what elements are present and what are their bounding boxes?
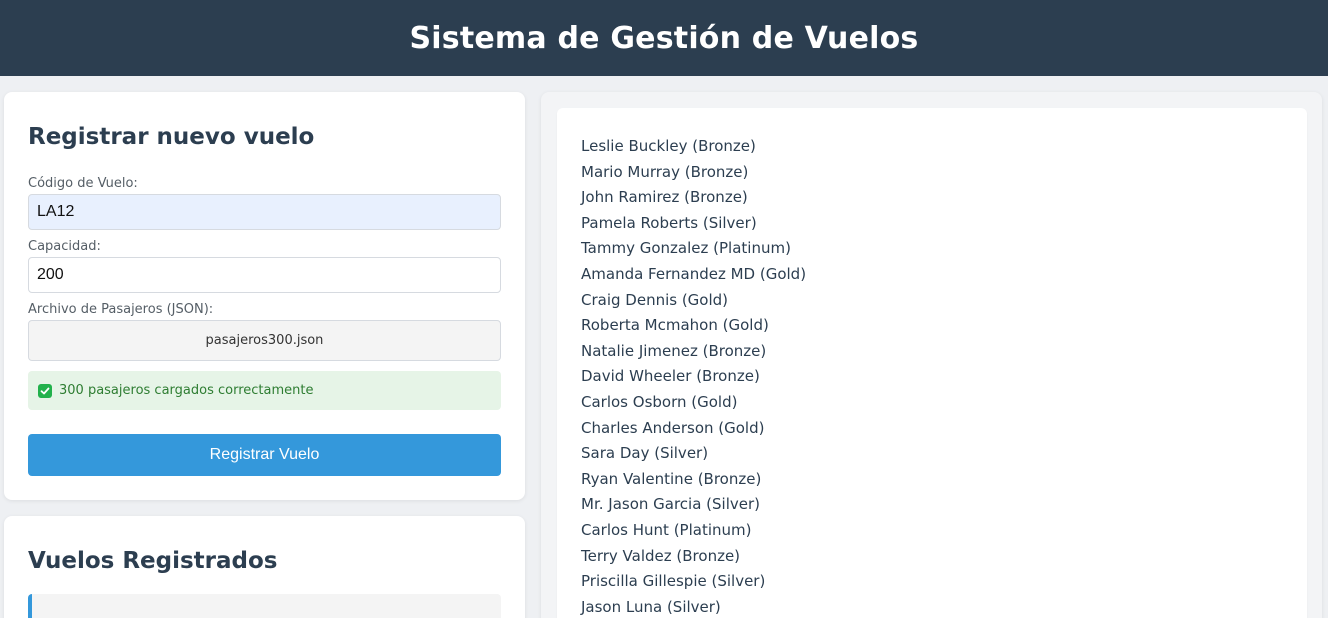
registered-flights-card: Vuelos Registrados — [4, 516, 525, 618]
passenger-list-item: John Ramirez (Bronze) — [581, 188, 748, 207]
success-message: 300 pasajeros cargados correctamente — [28, 371, 501, 410]
flight-code-input[interactable]: LA12 — [28, 194, 501, 230]
passenger-list-item: Jason Luna (Silver) — [581, 597, 721, 616]
register-flight-button[interactable]: Registrar Vuelo — [28, 434, 501, 476]
passenger-list-item: Sara Day (Silver) — [581, 444, 709, 463]
passenger-list-card: Leslie Buckley (Bronze) Mario Murray (Bro… — [557, 108, 1307, 618]
passenger-list-item: Amanda Fernandez MD (Gold) — [581, 264, 807, 283]
passenger-list-item: Priscilla Gillespie (Silver) — [581, 572, 766, 591]
check-square-icon — [38, 383, 52, 398]
passenger-list-item: Mario Murray (Bronze) — [581, 162, 749, 181]
passenger-file-input[interactable]: pasajeros300.json — [28, 320, 501, 361]
capacity-input[interactable]: 200 — [28, 257, 501, 293]
flight-code-label: Código de Vuelo: — [28, 176, 138, 191]
flight-list-item[interactable] — [28, 594, 501, 618]
passenger-list-item: Roberta Mcmahon (Gold) — [581, 316, 769, 335]
passenger-list-item: Craig Dennis (Gold) — [581, 290, 729, 309]
passenger-list-item: Carlos Hunt (Platinum) — [581, 520, 752, 539]
app-title: Sistema de Gestión de Vuelos — [409, 20, 919, 56]
success-message-text: 300 pasajeros cargados correctamente — [59, 383, 314, 398]
passenger-file-label: Archivo de Pasajeros (JSON): — [28, 302, 214, 317]
passenger-list-item: Mr. Jason Garcia (Silver) — [581, 495, 761, 514]
register-flight-title: Registrar nuevo vuelo — [28, 124, 315, 150]
register-flight-card: Registrar nuevo vuelo Código de Vuelo: L… — [4, 92, 525, 500]
passenger-list-item: Natalie Jimenez (Bronze) — [581, 341, 767, 360]
passenger-list-item: David Wheeler (Bronze) — [581, 367, 760, 386]
passenger-list-item: Carlos Osborn (Gold) — [581, 392, 738, 411]
app-header: Sistema de Gestión de Vuelos — [0, 0, 1328, 76]
passenger-list-item: Charles Anderson (Gold) — [581, 418, 765, 437]
passenger-list: Leslie Buckley (Bronze) Mario Murray (Bro… — [581, 134, 806, 618]
passenger-list-item: Leslie Buckley (Bronze) — [581, 137, 756, 155]
passenger-list-item: Pamela Roberts (Silver) — [581, 213, 757, 232]
passenger-list-item: Ryan Valentine (Bronze) — [581, 469, 762, 488]
registered-flights-title: Vuelos Registrados — [28, 548, 278, 574]
passenger-list-item: Terry Valdez (Bronze) — [581, 546, 741, 565]
capacity-label: Capacidad: — [28, 239, 101, 254]
passenger-list-item: Tammy Gonzalez (Platinum) — [581, 239, 791, 258]
